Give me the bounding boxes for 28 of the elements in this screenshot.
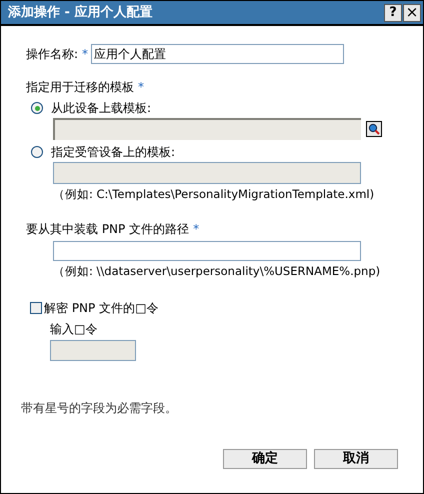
checkbox-label: 解密 PNP 文件的□令 xyxy=(44,300,158,316)
required-mark: * xyxy=(138,79,144,96)
action-name-field[interactable]: 应用个人配置 xyxy=(91,44,344,64)
example-hint: （例如: \\dataserver\userpersonality\%USERNAME%.pnp) xyxy=(53,263,382,280)
section-label: 指定用于迁移的模板 xyxy=(26,79,134,96)
help-button[interactable]: ? xyxy=(384,4,402,22)
search-button[interactable] xyxy=(366,121,382,137)
field-label: 输入□令 xyxy=(50,320,98,338)
radio-label: 从此设备上载模板: xyxy=(51,100,152,117)
radio-button[interactable] xyxy=(31,146,43,158)
cancel-button[interactable]: 取消 xyxy=(314,448,398,468)
password-field[interactable] xyxy=(50,340,136,360)
window-title: 添加操作 - 应用个人配置 xyxy=(8,4,154,22)
ok-button[interactable]: 确定 xyxy=(223,448,307,468)
example-hint: （例如: C:\Templates\PersonalityMigrationTemplate.xml) xyxy=(53,186,376,203)
required-mark: * xyxy=(193,221,200,238)
required-mark: * xyxy=(82,46,88,63)
pnp-path-field[interactable] xyxy=(53,241,361,262)
close-button[interactable]: × xyxy=(403,4,421,22)
radio-button[interactable] xyxy=(31,102,43,114)
required-note: 带有星号的字段为必需字段。 xyxy=(21,400,178,416)
upload-field[interactable] xyxy=(53,118,361,140)
section-label: 要从其中装载 PNP 文件的路径 xyxy=(26,221,190,238)
field-label: 操作名称: xyxy=(26,46,78,63)
template-path-field[interactable] xyxy=(53,162,361,184)
search-icon xyxy=(368,123,380,135)
radio-label: 指定受管设备上的模板: xyxy=(51,144,176,161)
checkbox[interactable] xyxy=(30,302,42,314)
